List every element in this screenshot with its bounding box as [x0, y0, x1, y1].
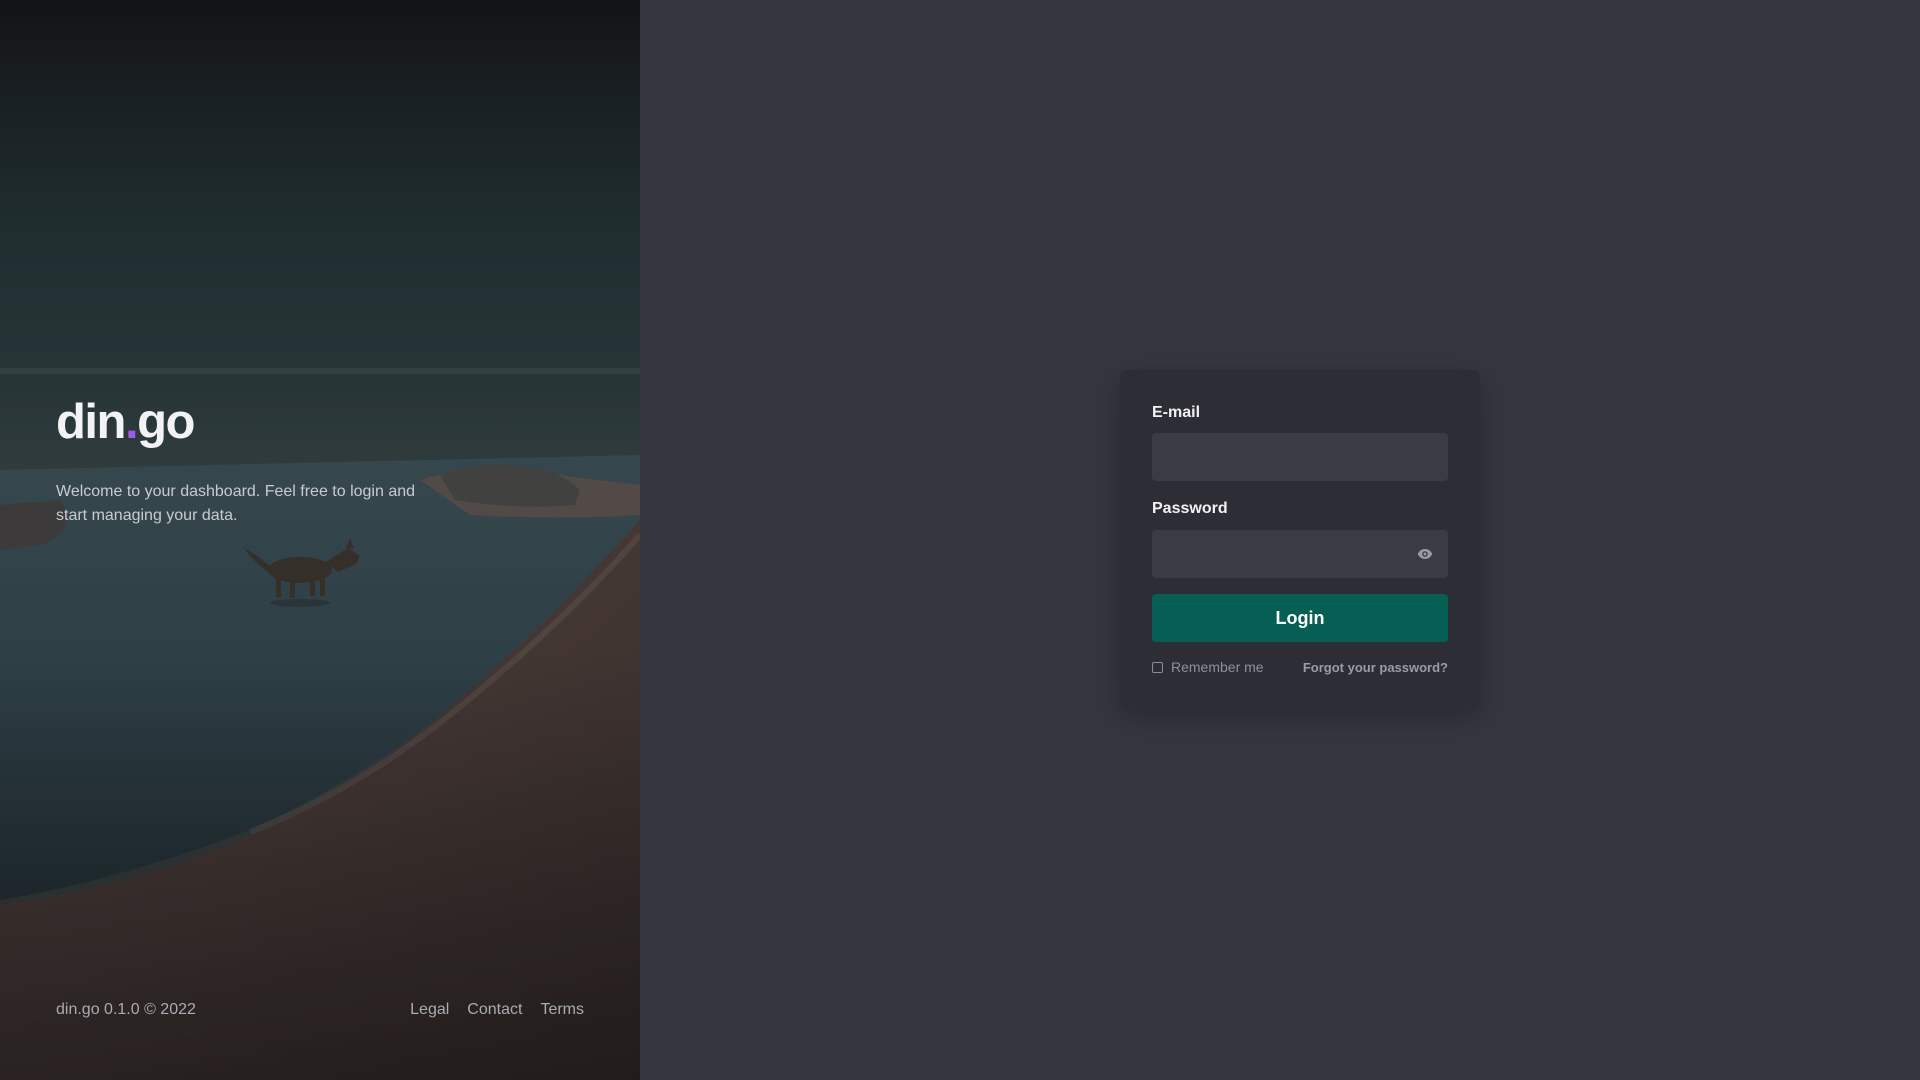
password-label: Password [1152, 500, 1228, 517]
legal-link[interactable]: Legal [410, 1001, 449, 1019]
hero-panel: din.go Welcome to your dashboard. Feel f… [0, 0, 640, 1080]
password-input[interactable] [1152, 530, 1448, 578]
remember-me-checkbox[interactable] [1152, 661, 1163, 673]
hero-background-image [0, 0, 640, 1080]
email-input[interactable] [1152, 433, 1448, 481]
login-card: E-mail Password Login Remember me Forgot… [1120, 370, 1480, 710]
login-options-row: Remember me Forgot your password? [1152, 659, 1448, 675]
remember-me-label: Remember me [1171, 659, 1264, 675]
version-copyright: din.go 0.1.0 © 2022 [56, 1001, 196, 1018]
brand-name-second: go [137, 395, 195, 449]
eye-icon[interactable] [1412, 542, 1438, 566]
forgot-password-link[interactable]: Forgot your password? [1303, 660, 1448, 675]
welcome-tagline: Welcome to your dashboard. Feel free to … [56, 483, 416, 524]
footer-links: Legal Contact Terms [410, 1001, 584, 1019]
remember-me-toggle[interactable]: Remember me [1152, 659, 1264, 675]
brand-logo: din.go [56, 395, 195, 449]
email-label: E-mail [1152, 404, 1201, 421]
terms-link[interactable]: Terms [540, 1001, 584, 1019]
hero-footer: din.go 0.1.0 © 2022 Legal Contact Terms [56, 1001, 584, 1019]
brand-name-first: din [56, 395, 126, 449]
brand-dot: . [124, 395, 139, 449]
login-button[interactable]: Login [1152, 594, 1448, 642]
contact-link[interactable]: Contact [467, 1001, 522, 1019]
